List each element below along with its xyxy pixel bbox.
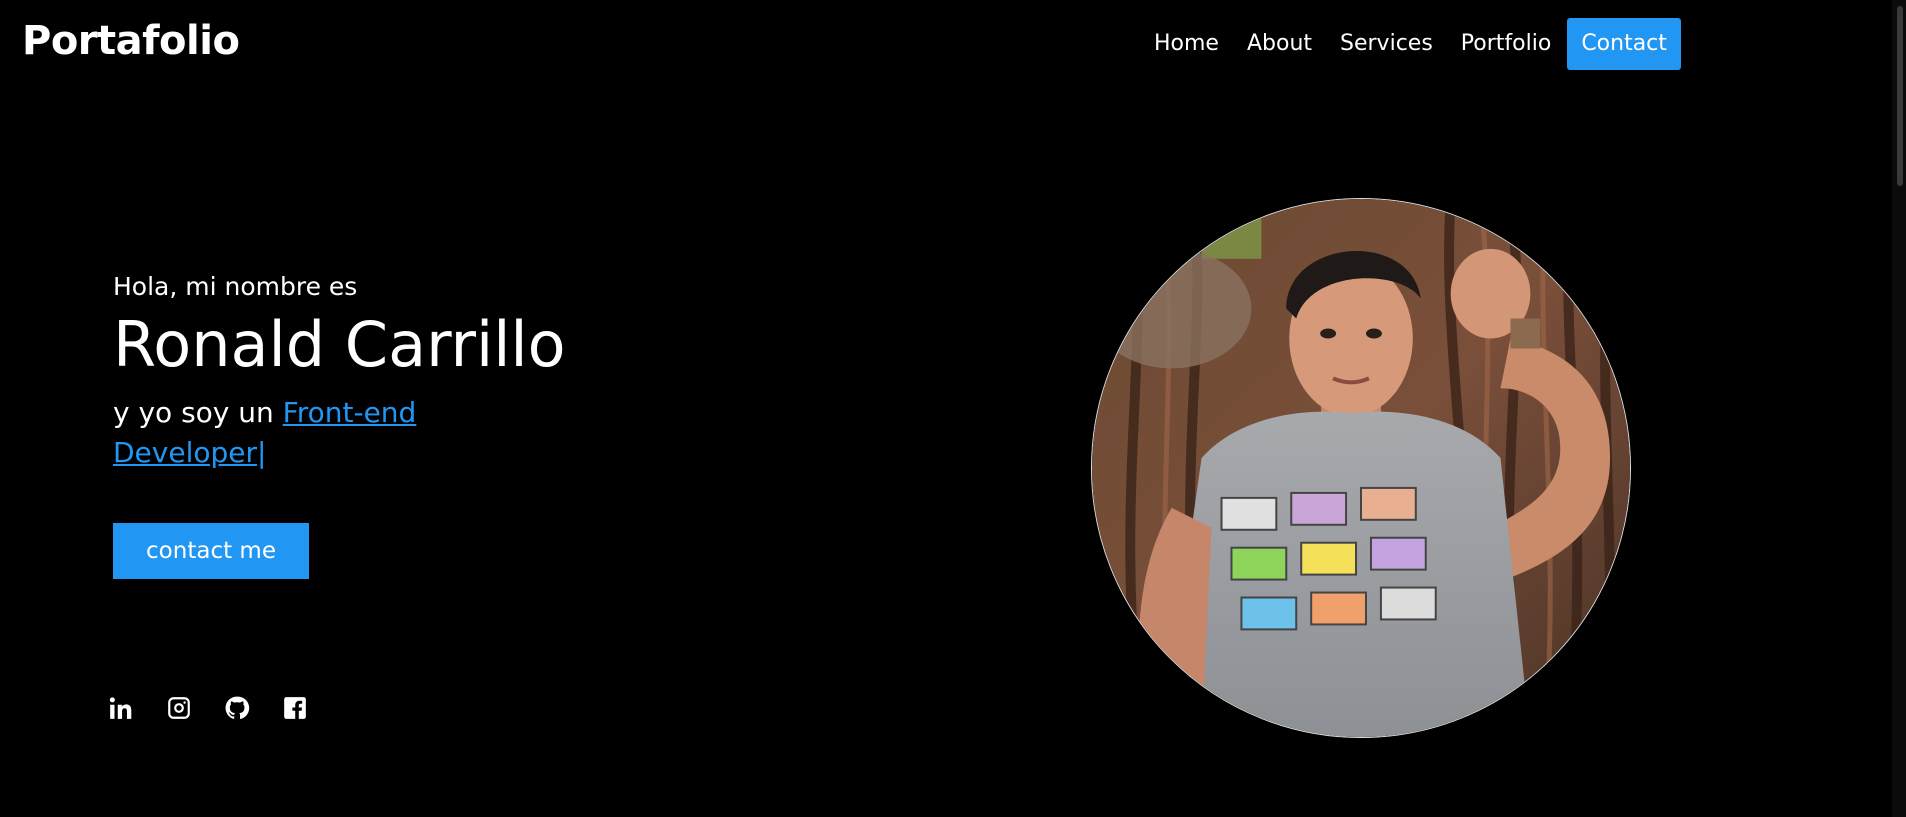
nav-portfolio[interactable]: Portfolio xyxy=(1447,18,1566,70)
hero-greeting: Hola, mi nombre es xyxy=(113,272,358,301)
nav-about[interactable]: About xyxy=(1233,18,1326,70)
hero-role: y yo soy un Front-end Developer| xyxy=(113,393,513,473)
role-prefix: y yo soy un xyxy=(113,396,283,430)
instagram-icon[interactable] xyxy=(165,694,193,722)
nav-home[interactable]: Home xyxy=(1140,18,1233,70)
hero-name: Ronald Carrillo xyxy=(113,308,566,381)
social-links xyxy=(107,694,309,722)
github-icon[interactable] xyxy=(223,694,251,722)
brand-logo[interactable]: Portafolio xyxy=(22,18,240,64)
page-scrollbar[interactable] xyxy=(1892,0,1906,817)
nav-services[interactable]: Services xyxy=(1326,18,1447,70)
main-nav: Home About Services Portfolio Contact xyxy=(1140,18,1681,70)
scrollbar-thumb[interactable] xyxy=(1897,6,1903,186)
linkedin-icon[interactable] xyxy=(107,694,135,722)
contact-me-button[interactable]: contact me xyxy=(113,523,309,579)
hero-section: Hola, mi nombre es Ronald Carrillo y yo … xyxy=(113,272,813,473)
profile-photo xyxy=(1091,198,1631,738)
typing-cursor: | xyxy=(257,436,267,470)
nav-contact[interactable]: Contact xyxy=(1567,18,1681,70)
facebook-icon[interactable] xyxy=(281,694,309,722)
